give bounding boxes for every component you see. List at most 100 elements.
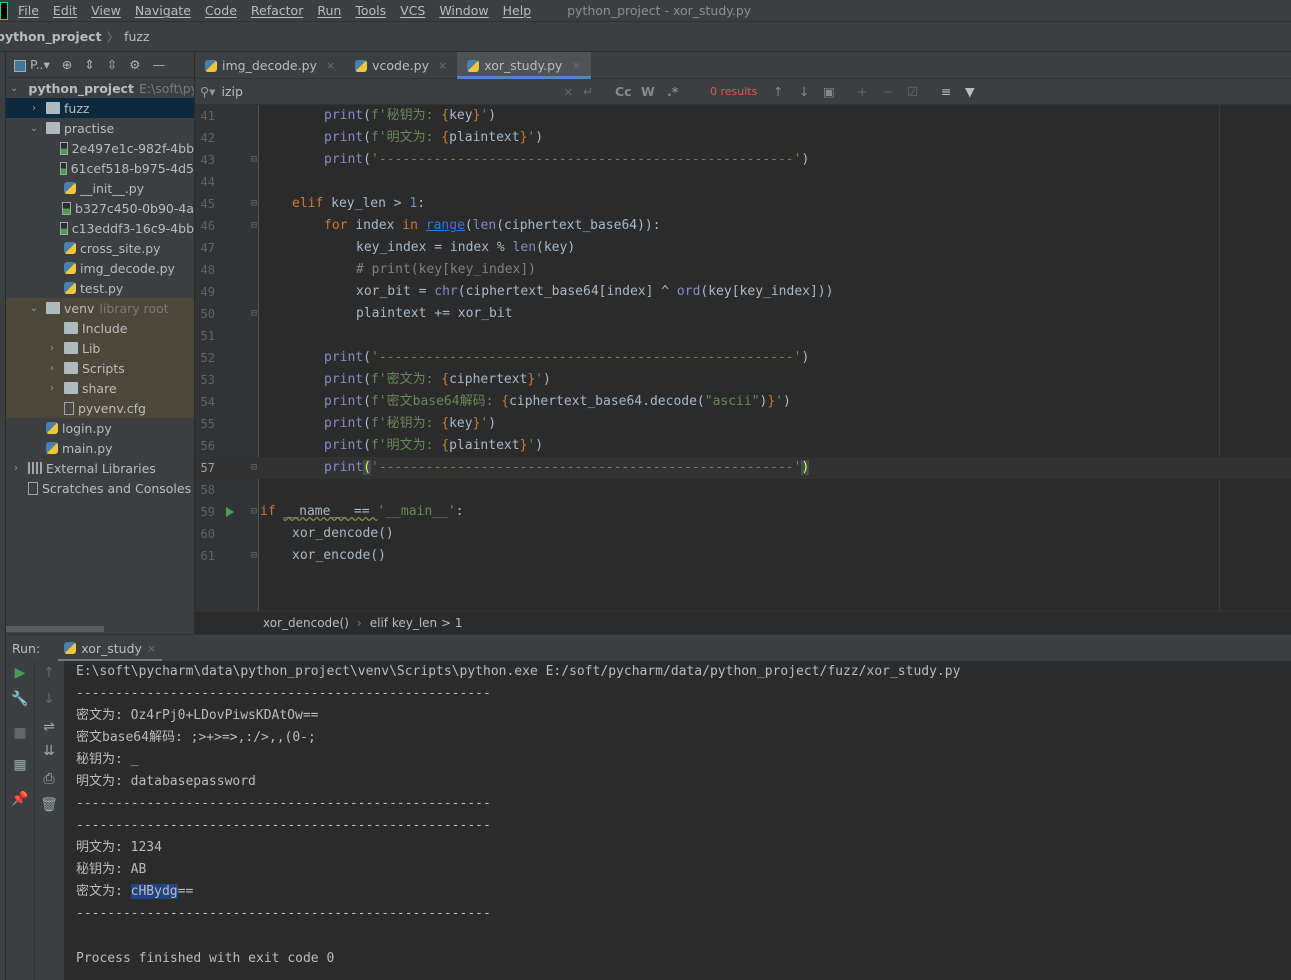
console-line: 密文为: Oz4rPj0+LDovPiwsKDAtOw== bbox=[76, 705, 319, 727]
tab-img_decode-py[interactable]: img_decode.py × bbox=[195, 52, 345, 79]
fold-marker-icon[interactable]: ⊟ bbox=[251, 193, 257, 215]
close-icon[interactable]: × bbox=[438, 59, 447, 72]
run-console[interactable]: E:\soft\pycharm\data\python_project\venv… bbox=[64, 661, 1291, 980]
tree-item-login-py[interactable]: login.py bbox=[6, 418, 194, 438]
run-tab-xor-study[interactable]: xor_study × bbox=[58, 635, 163, 662]
hide-icon[interactable]: — bbox=[152, 57, 165, 72]
menu-run[interactable]: Run bbox=[317, 3, 341, 18]
chevron-down-icon[interactable]: ⌄ bbox=[28, 303, 40, 314]
pin-icon[interactable]: 📌 bbox=[6, 791, 34, 807]
fold-marker-icon[interactable]: ⊟ bbox=[251, 457, 257, 479]
locate-icon[interactable]: ⊕ bbox=[62, 57, 72, 72]
tree-item-practise[interactable]: ⌄ practise bbox=[6, 118, 194, 138]
close-icon[interactable]: × bbox=[326, 59, 335, 72]
tree-item-main-py[interactable]: main.py bbox=[6, 438, 194, 458]
chevron-right-icon[interactable]: › bbox=[46, 363, 58, 374]
chevron-right-icon[interactable]: › bbox=[10, 463, 22, 474]
menu-window[interactable]: Window bbox=[439, 3, 488, 18]
menu-view[interactable]: View bbox=[91, 3, 121, 18]
menu-file[interactable]: File bbox=[18, 3, 39, 18]
tab-vcode-py[interactable]: vcode.py × bbox=[345, 52, 457, 79]
tab-xor_study-py[interactable]: xor_study.py × bbox=[457, 52, 592, 79]
tree-item-c13eddf3-16c9-4bb[interactable]: c13eddf3-16c9-4bb bbox=[6, 218, 194, 238]
menu-refactor[interactable]: Refactor bbox=[251, 3, 303, 18]
regex-button[interactable]: .* bbox=[667, 84, 678, 99]
tree-item-pyvenv-cfg[interactable]: pyvenv.cfg bbox=[6, 398, 194, 418]
tree-item--init-py[interactable]: __init__.py bbox=[6, 178, 194, 198]
arrow-down-icon[interactable]: ↓ bbox=[35, 691, 63, 707]
layout-icon[interactable]: ▦ bbox=[6, 757, 34, 773]
menu-tools[interactable]: Tools bbox=[355, 3, 386, 18]
tree-item-fuzz[interactable]: › fuzz bbox=[6, 98, 194, 118]
tab-label: vcode.py bbox=[372, 58, 429, 73]
fold-marker-icon[interactable]: ⊟ bbox=[251, 501, 257, 523]
code-editor[interactable]: 41 print(f'秘钥为: {key}') 42 print(f'明文为: {pl… bbox=[195, 105, 1291, 611]
nav-project[interactable]: python_project bbox=[0, 29, 102, 44]
scratches-icon bbox=[28, 481, 38, 495]
select-occurrences-icon[interactable]: ☑ bbox=[907, 84, 918, 99]
tree-item-share[interactable]: › share bbox=[6, 378, 194, 398]
breadcrumb-function[interactable]: xor_dencode() bbox=[263, 616, 349, 630]
arrow-up-icon[interactable]: ↑ bbox=[35, 665, 63, 681]
tree-item-61cef518-b975-4d5[interactable]: 61cef518-b975-4d5 bbox=[6, 158, 194, 178]
run-gutter-icon[interactable] bbox=[226, 507, 234, 517]
filter-search-icon[interactable]: ≡ bbox=[941, 84, 951, 99]
filter-icon[interactable]: ▼ bbox=[965, 84, 975, 99]
menu-vcs[interactable]: VCS bbox=[400, 3, 425, 18]
tree-item-lib[interactable]: › Lib bbox=[6, 338, 194, 358]
match-case-button[interactable]: Cc bbox=[615, 84, 632, 99]
image-file-icon bbox=[60, 221, 68, 235]
nav-folder[interactable]: fuzz bbox=[124, 29, 149, 44]
tree-item-test-py[interactable]: test.py bbox=[6, 278, 194, 298]
tree-item-img-decode-py[interactable]: img_decode.py bbox=[6, 258, 194, 278]
close-icon[interactable]: × bbox=[571, 59, 580, 72]
chevron-right-icon[interactable]: › bbox=[46, 343, 58, 354]
gear-icon[interactable]: ⚙ bbox=[129, 57, 140, 72]
tree-item-2e497e1c-982f-4bb[interactable]: 2e497e1c-982f-4bb bbox=[6, 138, 194, 158]
breadcrumb-block[interactable]: elif key_len > 1 bbox=[370, 616, 463, 630]
fold-marker-icon[interactable]: ⊟ bbox=[251, 303, 257, 325]
fold-marker-icon[interactable]: ⊟ bbox=[251, 215, 257, 237]
close-icon[interactable]: × bbox=[147, 642, 156, 655]
folder-icon bbox=[64, 362, 78, 374]
arrow-down-icon[interactable]: ↓ bbox=[799, 84, 809, 99]
tree-item-external-libraries[interactable]: › External Libraries bbox=[6, 458, 194, 478]
menu-navigate[interactable]: Navigate bbox=[135, 3, 191, 18]
project-view-selector[interactable]: P..▾ bbox=[14, 57, 50, 72]
tree-item-cross-site-py[interactable]: cross_site.py bbox=[6, 238, 194, 258]
tree-item-include[interactable]: Include bbox=[6, 318, 194, 338]
select-all-icon[interactable]: ▣ bbox=[823, 84, 835, 99]
chevron-down-icon[interactable]: ⌄ bbox=[10, 83, 18, 94]
menu-code[interactable]: Code bbox=[205, 3, 237, 18]
clear-icon[interactable]: × bbox=[563, 84, 573, 99]
print-icon[interactable]: ⎙ bbox=[35, 771, 63, 787]
tree-item-venv[interactable]: ⌄ venv library root bbox=[6, 298, 194, 318]
search-input[interactable]: izip bbox=[221, 84, 242, 99]
new-line-icon[interactable]: ↵ bbox=[583, 84, 593, 99]
fold-marker-icon[interactable]: ⊟ bbox=[251, 149, 257, 171]
menu-help[interactable]: Help bbox=[503, 3, 532, 18]
words-button[interactable]: W bbox=[641, 84, 655, 99]
soft-wrap-icon[interactable]: ⇌ bbox=[35, 719, 63, 735]
chevron-right-icon[interactable]: › bbox=[28, 103, 40, 114]
search-icon[interactable]: ⚲▾ bbox=[200, 84, 215, 99]
tree-root[interactable]: ⌄ python_project E:\soft\pycharm\data\py… bbox=[6, 78, 194, 98]
rerun-icon[interactable]: ▶ bbox=[6, 665, 34, 681]
arrow-up-icon[interactable]: ↑ bbox=[773, 84, 783, 99]
wrench-icon[interactable]: 🔧 bbox=[6, 691, 34, 707]
tree-item-b327c450-0b90-4a[interactable]: b327c450-0b90-4a bbox=[6, 198, 194, 218]
remove-occurrence-icon[interactable]: − bbox=[883, 84, 893, 99]
chevron-down-icon[interactable]: ⌄ bbox=[28, 123, 40, 134]
fold-marker-icon[interactable]: ⊟ bbox=[251, 545, 257, 567]
tree-item-scratches-and-consoles[interactable]: Scratches and Consoles bbox=[6, 478, 194, 498]
menu-edit[interactable]: Edit bbox=[53, 3, 77, 18]
scroll-to-end-icon[interactable]: ⇊ bbox=[35, 743, 63, 759]
project-scrollbar[interactable] bbox=[6, 626, 104, 632]
expand-all-icon[interactable]: ⇕ bbox=[84, 57, 94, 72]
trash-icon[interactable]: 🗑 bbox=[35, 797, 63, 813]
chevron-right-icon[interactable]: › bbox=[46, 383, 58, 394]
collapse-all-icon[interactable]: ⇳ bbox=[107, 57, 117, 72]
add-occurrence-icon[interactable]: + bbox=[857, 84, 867, 99]
stop-icon[interactable]: ■ bbox=[6, 725, 34, 741]
tree-item-scripts[interactable]: › Scripts bbox=[6, 358, 194, 378]
